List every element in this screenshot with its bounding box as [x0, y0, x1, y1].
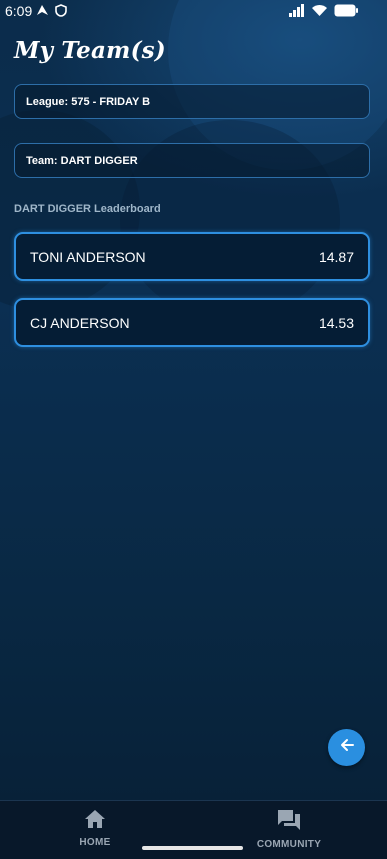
forum-icon	[277, 809, 301, 836]
back-button[interactable]	[328, 729, 365, 766]
battery-icon	[334, 4, 359, 17]
team-selector[interactable]: Team: DART DIGGER	[14, 143, 370, 178]
navigation-notification-icon	[36, 4, 49, 17]
home-icon	[84, 809, 106, 834]
player-name: CJ ANDERSON	[30, 314, 130, 331]
player-name: TONI ANDERSON	[30, 248, 146, 265]
player-score: 14.53	[318, 314, 354, 331]
player-score: 14.87	[318, 248, 354, 265]
shield-icon	[55, 4, 67, 17]
bottom-nav: HOME COMMUNITY	[0, 800, 387, 859]
app-screen: 6:09 My Team(s) League: 575 - FRIDAY B T…	[0, 0, 387, 859]
home-indicator[interactable]	[142, 846, 243, 850]
status-bar: 6:09	[0, 0, 387, 24]
leaderboard-row[interactable]: TONI ANDERSON 14.87	[14, 232, 370, 281]
signal-icon	[289, 4, 305, 17]
status-time: 6:09	[5, 3, 33, 19]
page-title: My Team(s)	[14, 37, 166, 64]
nav-home[interactable]: HOME	[70, 809, 120, 848]
leaderboard-row[interactable]: CJ ANDERSON 14.53	[14, 298, 370, 347]
wifi-icon	[311, 4, 328, 17]
nav-community[interactable]: COMMUNITY	[249, 809, 329, 850]
leaderboard-label: DART DIGGER Leaderboard	[14, 203, 161, 215]
nav-home-label: HOME	[79, 837, 111, 848]
league-selector[interactable]: League: 575 - FRIDAY B	[14, 84, 370, 119]
arrow-left-icon	[338, 736, 356, 759]
nav-community-label: COMMUNITY	[256, 839, 322, 850]
